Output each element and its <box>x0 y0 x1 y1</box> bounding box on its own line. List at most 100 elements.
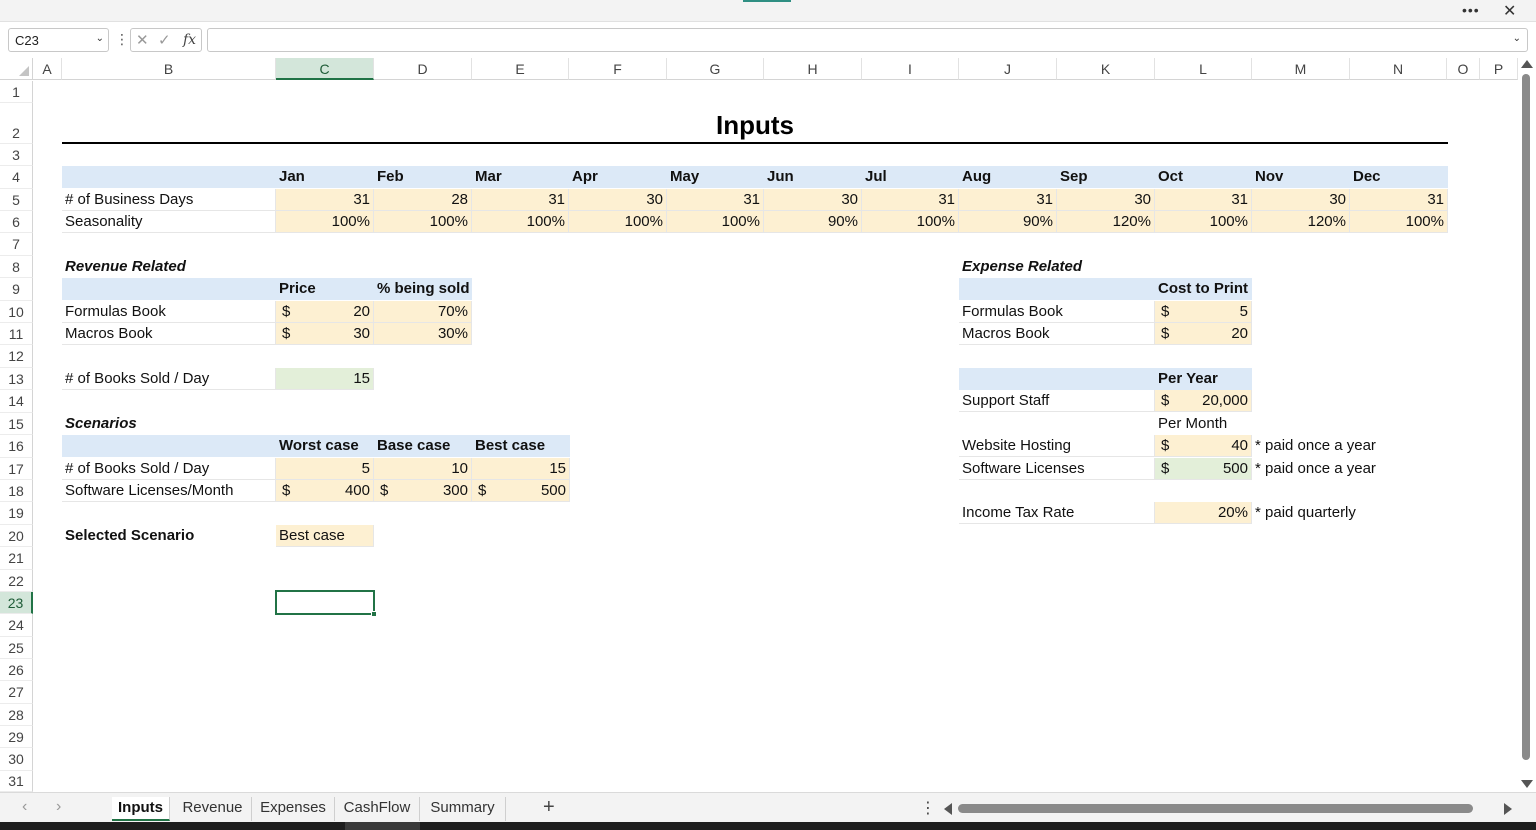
row-header[interactable]: 8 <box>0 256 33 278</box>
business-days-cell[interactable]: 30 <box>764 189 862 211</box>
selected-scenario-label[interactable]: Selected Scenario <box>62 525 276 547</box>
chevron-right-icon[interactable]: › <box>56 798 61 816</box>
row-header[interactable]: 2 <box>0 103 33 144</box>
software-licenses-note[interactable]: * paid once a year <box>1252 458 1452 480</box>
column-header[interactable]: P <box>1480 58 1518 80</box>
scenario-licenses-label[interactable]: Software Licenses/Month <box>62 480 276 502</box>
scroll-down-icon[interactable] <box>1521 780 1533 788</box>
row-header[interactable]: 19 <box>0 502 33 525</box>
column-header[interactable]: F <box>569 58 667 80</box>
row-header[interactable]: 26 <box>0 659 33 681</box>
expense-heading[interactable]: Expense Related <box>959 256 1155 278</box>
row-header[interactable]: 11 <box>0 323 33 345</box>
month-header[interactable]: Apr <box>569 166 667 188</box>
scenarios-heading[interactable]: Scenarios <box>62 413 276 435</box>
column-header[interactable]: E <box>472 58 569 80</box>
scenario-licenses-cell[interactable]: $500 <box>472 480 570 502</box>
row-header[interactable]: 29 <box>0 726 33 748</box>
seasonality-cell[interactable]: 100% <box>862 211 959 233</box>
close-icon[interactable]: ✕ <box>1503 1 1516 21</box>
row-header[interactable]: 3 <box>0 144 33 166</box>
revenue-row-name[interactable]: Formulas Book <box>62 301 276 323</box>
expense-cost-cell[interactable]: $20 <box>1155 323 1252 345</box>
fill-handle[interactable] <box>371 611 377 617</box>
revenue-price-cell[interactable]: $30 <box>276 323 374 345</box>
revenue-price-cell[interactable]: $20 <box>276 301 374 323</box>
support-staff-value[interactable]: $20,000 <box>1155 390 1252 412</box>
income-tax-note[interactable]: * paid quarterly <box>1252 502 1452 524</box>
row-header[interactable]: 30 <box>0 748 33 771</box>
horizontal-scroll-thumb[interactable] <box>958 804 1473 813</box>
month-header[interactable]: Dec <box>1350 166 1448 188</box>
seasonality-label[interactable]: Seasonality <box>62 211 276 233</box>
vertical-dots-icon[interactable]: ⋮ <box>920 798 936 818</box>
column-header[interactable]: B <box>62 58 276 80</box>
website-hosting-note[interactable]: * paid once a year <box>1252 435 1452 457</box>
expense-header-blank[interactable] <box>959 278 1155 300</box>
scenario-books-cell[interactable]: 10 <box>374 458 472 480</box>
business-days-cell[interactable]: 28 <box>374 189 472 211</box>
revenue-header-blank[interactable] <box>62 278 276 300</box>
business-days-cell[interactable]: 31 <box>1155 189 1252 211</box>
column-header[interactable]: O <box>1447 58 1480 80</box>
month-header[interactable]: Feb <box>374 166 472 188</box>
business-days-cell[interactable]: 31 <box>1350 189 1448 211</box>
month-header[interactable]: Oct <box>1155 166 1252 188</box>
scenario-header[interactable]: Best case <box>472 435 570 457</box>
month-header[interactable]: Mar <box>472 166 569 188</box>
seasonality-cell[interactable]: 100% <box>1155 211 1252 233</box>
column-header[interactable]: H <box>764 58 862 80</box>
business-days-cell[interactable]: 31 <box>959 189 1057 211</box>
per-month-label[interactable]: Per Month <box>1155 413 1252 435</box>
scenario-header[interactable]: Base case <box>374 435 472 457</box>
row-header[interactable]: 9 <box>0 278 33 301</box>
row-header[interactable]: 31 <box>0 771 33 792</box>
sheet-tab-cashflow[interactable]: CashFlow <box>335 797 420 821</box>
seasonality-cell[interactable]: 100% <box>374 211 472 233</box>
month-header[interactable]: Nov <box>1252 166 1350 188</box>
expense-cost-cell[interactable]: $5 <box>1155 301 1252 323</box>
seasonality-cell[interactable]: 120% <box>1057 211 1155 233</box>
revenue-pct-cell[interactable]: 70% <box>374 301 472 323</box>
revenue-pct-cell[interactable]: 30% <box>374 323 472 345</box>
chevron-down-icon[interactable]: ⌄ <box>96 33 104 44</box>
row-header[interactable]: 4 <box>0 166 33 189</box>
seasonality-cell[interactable]: 100% <box>569 211 667 233</box>
website-hosting-label[interactable]: Website Hosting <box>959 435 1155 457</box>
month-header[interactable]: Jan <box>276 166 374 188</box>
seasonality-cell[interactable]: 90% <box>764 211 862 233</box>
scenario-books-cell[interactable]: 5 <box>276 458 374 480</box>
month-header[interactable]: Aug <box>959 166 1057 188</box>
scroll-up-icon[interactable] <box>1521 60 1533 68</box>
row-header[interactable]: 21 <box>0 547 33 570</box>
sheet-tab-revenue[interactable]: Revenue <box>174 797 252 821</box>
scroll-right-icon[interactable] <box>1504 803 1512 815</box>
business-days-cell[interactable]: 31 <box>472 189 569 211</box>
seasonality-cell[interactable]: 100% <box>667 211 764 233</box>
column-header[interactable]: A <box>33 58 62 80</box>
check-icon[interactable]: ✓ <box>158 31 171 49</box>
scenarios-header-blank[interactable] <box>62 435 276 457</box>
column-header[interactable]: J <box>959 58 1057 80</box>
per-year-header-blank[interactable] <box>959 368 1155 390</box>
software-licenses-value[interactable]: $500 <box>1155 458 1252 480</box>
month-header[interactable]: Sep <box>1057 166 1155 188</box>
column-header[interactable]: M <box>1252 58 1350 80</box>
seasonality-cell[interactable]: 120% <box>1252 211 1350 233</box>
income-tax-value[interactable]: 20% <box>1155 502 1252 524</box>
row-header[interactable]: 25 <box>0 637 33 659</box>
scroll-left-icon[interactable] <box>944 803 952 815</box>
seasonality-cell[interactable]: 100% <box>472 211 569 233</box>
chevron-left-icon[interactable]: ‹ <box>22 798 27 816</box>
cost-to-print-header[interactable]: Cost to Print <box>1155 278 1252 300</box>
vertical-scrollbar[interactable] <box>1518 58 1536 792</box>
active-cell-selection[interactable] <box>275 590 377 617</box>
revenue-heading[interactable]: Revenue Related <box>62 256 276 278</box>
books-sold-value[interactable]: 15 <box>276 368 374 390</box>
month-header[interactable]: Jun <box>764 166 862 188</box>
pct-sold-header[interactable]: % being sold <box>374 278 472 300</box>
row-header[interactable]: 20 <box>0 525 33 547</box>
seasonality-cell[interactable]: 100% <box>276 211 374 233</box>
per-year-header[interactable]: Per Year <box>1155 368 1252 390</box>
month-header-blank[interactable] <box>62 166 276 188</box>
